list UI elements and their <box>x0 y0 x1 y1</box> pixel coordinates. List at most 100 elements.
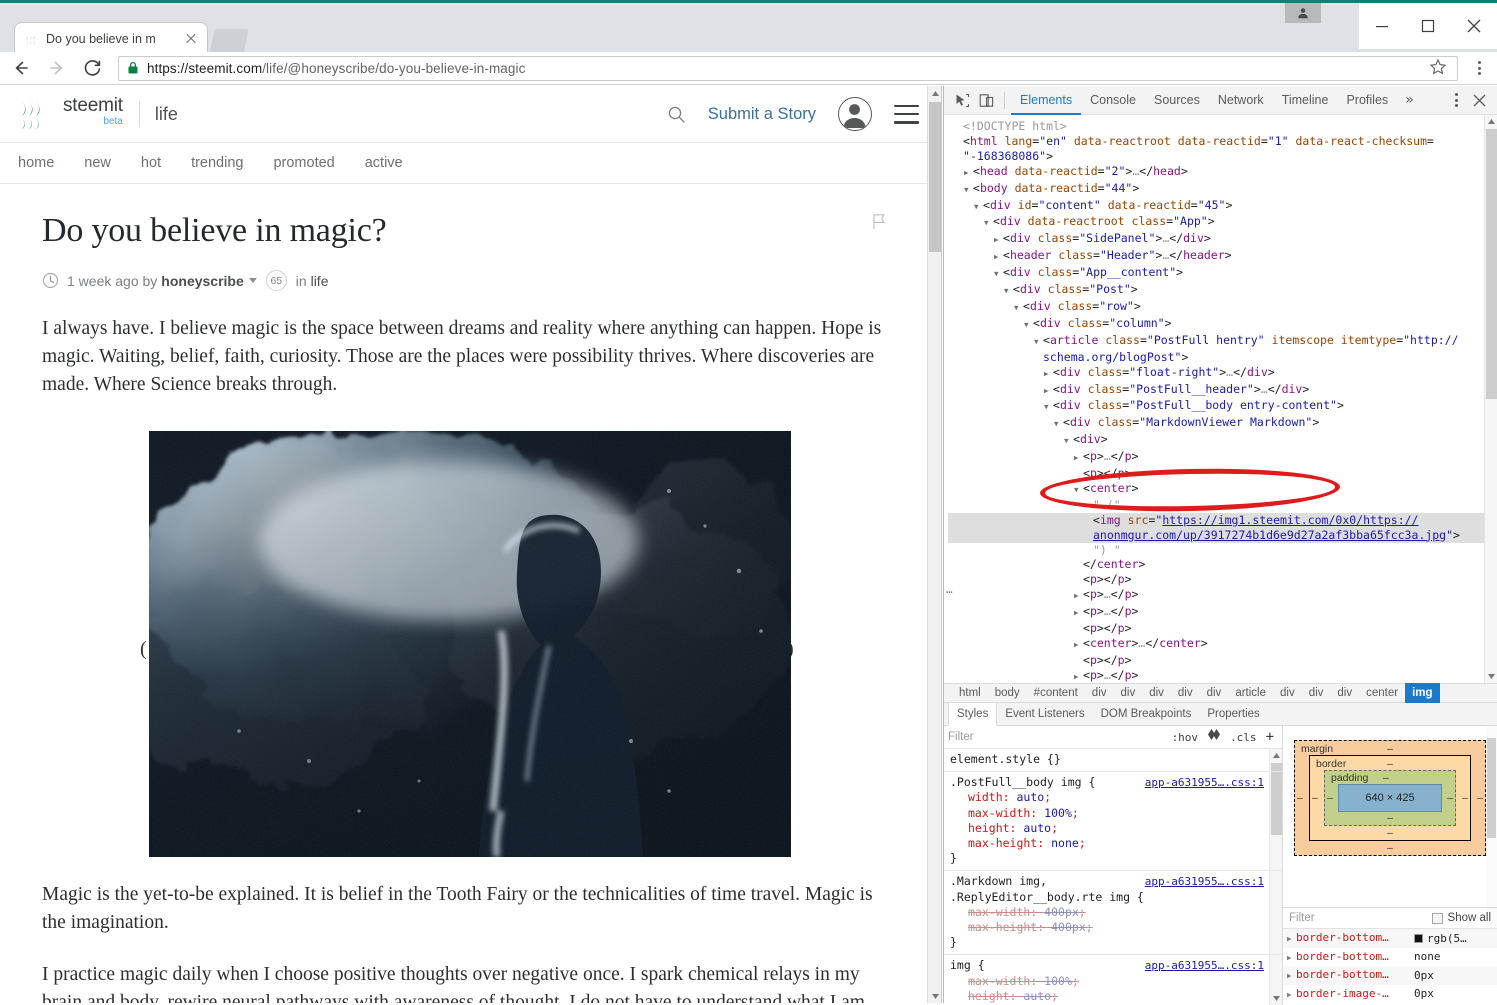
dom-node-line[interactable]: <p>…</p> <box>948 668 1497 683</box>
sortnav-item-home[interactable]: home <box>18 155 73 171</box>
box-model-margin[interactable]: margin – – – – border – – – – padding – … <box>1294 740 1486 856</box>
maximize-icon[interactable] <box>1405 3 1451 49</box>
css-rules-list[interactable]: element.style {} app-a631955….css:1 .PostF… <box>944 749 1282 1005</box>
box-model-content-size[interactable]: 640 × 425 <box>1338 784 1442 812</box>
dom-node-line[interactable]: <center>…</center> <box>948 636 1497 653</box>
dom-node-line[interactable]: <body data-reactid="44"> <box>948 181 1497 198</box>
tab-event-listeners[interactable]: Event Listeners <box>997 703 1092 726</box>
css-source-link[interactable]: app-a631955….css:1 <box>1145 958 1264 973</box>
computed-scrollbar[interactable] <box>1486 726 1497 929</box>
steemit-logo[interactable]: steemit beta <box>18 96 123 132</box>
tab-properties[interactable]: Properties <box>1199 703 1267 726</box>
breadcrumb-item-div[interactable]: div <box>1273 683 1302 703</box>
css-declaration[interactable]: max-width: 100%; <box>950 806 1276 821</box>
css-source-link[interactable]: app-a631955….css:1 <box>1145 874 1264 889</box>
css-selector[interactable]: .ReplyEditor__body.rte img { <box>950 890 1144 904</box>
breadcrumb-item-div[interactable]: div <box>1171 683 1200 703</box>
hov-toggle[interactable]: :hov <box>1172 731 1199 744</box>
computed-properties-list[interactable]: border-bottom…rgb(5…border-bottom…nonebo… <box>1283 929 1497 1005</box>
tab-sources[interactable]: Sources <box>1145 86 1209 115</box>
window-close-icon[interactable] <box>1451 3 1497 49</box>
computed-property-row[interactable]: border-image-… 0px <box>1283 985 1497 1004</box>
scrollbar-thumb[interactable] <box>929 102 941 252</box>
dom-node-line[interactable]: </center> <box>948 557 1497 572</box>
dom-node-line[interactable]: <p></p> <box>948 621 1497 636</box>
tab-dom-breakpoints[interactable]: DOM Breakpoints <box>1093 703 1200 726</box>
cls-toggle[interactable]: .cls <box>1230 731 1257 744</box>
box-model-border[interactable]: border – – – – padding – – – – 640 × 425 <box>1309 755 1471 841</box>
dom-node-line[interactable]: <head data-reactid="2">…</head> <box>948 164 1497 181</box>
sortnav-item-active[interactable]: active <box>365 155 422 171</box>
back-arrow-icon[interactable] <box>6 53 36 83</box>
expand-arrow-icon[interactable] <box>1287 985 1296 1004</box>
css-selector[interactable]: .PostFull__body img { <box>950 775 1095 789</box>
css-rule[interactable]: app-a631955….css:1 .Markdown img, .ReplyEd… <box>944 871 1282 956</box>
chevron-down-icon[interactable] <box>248 278 257 283</box>
chrome-menu-icon[interactable] <box>1466 54 1492 82</box>
breadcrumb-item-div[interactable]: div <box>1200 683 1229 703</box>
user-avatar-icon[interactable] <box>838 97 872 131</box>
show-all-checkbox[interactable]: Show all <box>1431 912 1491 924</box>
breadcrumb-item-content[interactable]: #content <box>1027 683 1085 703</box>
checkbox-icon[interactable] <box>1431 912 1443 924</box>
forward-arrow-icon[interactable] <box>42 53 72 83</box>
sortnav-item-new[interactable]: new <box>84 155 130 171</box>
css-selector[interactable]: element.style { <box>950 752 1054 766</box>
post-image[interactable] <box>148 431 791 858</box>
dom-node-line[interactable]: <header class="Header">…</header> <box>948 248 1497 265</box>
dom-node-line[interactable]: <html lang="en" data-reactroot data-reac… <box>948 134 1497 149</box>
css-source-link[interactable]: app-a631955….css:1 <box>1145 775 1264 790</box>
hamburger-menu-icon[interactable] <box>894 104 919 124</box>
dom-node-line[interactable]: <div class="MarkdownViewer Markdown"> <box>948 415 1497 432</box>
inspect-element-icon[interactable] <box>950 88 974 112</box>
breadcrumb-item-img[interactable]: img <box>1405 683 1440 703</box>
scroll-down-arrow-icon[interactable] <box>928 989 941 1003</box>
css-declaration[interactable]: max-width: 100%; <box>950 974 1276 989</box>
breadcrumb-item-article[interactable]: article <box>1228 683 1273 703</box>
breadcrumb-item-div[interactable]: div <box>1302 683 1331 703</box>
post-category-link[interactable]: life <box>311 273 329 289</box>
flag-icon[interactable] <box>872 213 886 230</box>
search-icon[interactable] <box>667 105 686 124</box>
css-rule[interactable]: app-a631955….css:1 .PostFull__body img {w… <box>944 772 1282 872</box>
computed-filter-input[interactable]: Filter <box>1289 912 1315 924</box>
css-declaration[interactable]: max-height: none; <box>950 836 1276 851</box>
dom-node-line[interactable]: <!DOCTYPE html> <box>948 119 1497 134</box>
tab-timeline[interactable]: Timeline <box>1273 86 1338 115</box>
dom-tree[interactable]: … <!DOCTYPE html> <html lang="en" data-re… <box>944 115 1497 683</box>
dom-node-line[interactable]: schema.org/blogPost"> <box>948 350 1497 365</box>
submit-story-button[interactable]: Submit a Story <box>708 105 816 124</box>
tab-elements[interactable]: Elements <box>1011 86 1081 115</box>
close-tab-icon[interactable] <box>183 31 199 47</box>
dom-node-line[interactable]: <div class="SidePanel">…</div> <box>948 231 1497 248</box>
devtools-settings-dots-icon[interactable] <box>1445 89 1467 111</box>
sortnav-item-promoted[interactable]: promoted <box>273 155 353 171</box>
dom-scroll-up-icon[interactable] <box>1485 115 1497 128</box>
dom-node-line[interactable]: <p>…</p> <box>948 604 1497 621</box>
css-rule[interactable]: app-a631955….css:1 img {max-width: 100%; h… <box>944 955 1282 1005</box>
css-selector[interactable]: .Markdown img, <box>950 874 1047 888</box>
css-declaration[interactable]: max-height: 400px; <box>950 920 1276 935</box>
box-model-padding[interactable]: padding – – – – 640 × 425 <box>1324 770 1456 826</box>
tab-profiles[interactable]: Profiles <box>1337 86 1397 115</box>
breadcrumb-item-center[interactable]: center <box>1359 683 1405 703</box>
browser-tab[interactable]: Do you believe in m <box>14 22 208 55</box>
expand-arrow-icon[interactable] <box>1287 929 1296 948</box>
dom-node-line[interactable]: <div id="content" data-reactid="45"> <box>948 198 1497 215</box>
dom-node-line[interactable]: <div class="App__content"> <box>948 265 1497 282</box>
dom-node-line[interactable]: " (" <box>948 498 1497 513</box>
dom-node-line[interactable]: <p>…</p> <box>948 587 1497 604</box>
dom-node-line[interactable]: ") " <box>948 543 1497 558</box>
post-author[interactable]: honeyscribe <box>161 273 243 289</box>
page-scrollbar[interactable] <box>927 86 941 1003</box>
breadcrumb-item-div[interactable]: div <box>1330 683 1359 703</box>
reload-icon[interactable] <box>78 53 108 83</box>
computed-property-row[interactable]: border-bottom… none <box>1283 948 1497 967</box>
dom-node-line[interactable]: "-168368086"> <box>948 149 1497 164</box>
breadcrumb-item-div[interactable]: div <box>1114 683 1143 703</box>
dom-node-line[interactable]: anonmgur.com/up/3917274b1d6e9d27a2af3bba… <box>948 527 1497 543</box>
breadcrumb-item-div[interactable]: div <box>1085 683 1114 703</box>
profile-avatar-icon[interactable] <box>1285 3 1321 23</box>
computed-property-row[interactable]: border-bottom… 0px <box>1283 966 1497 985</box>
minimize-icon[interactable] <box>1359 3 1405 49</box>
